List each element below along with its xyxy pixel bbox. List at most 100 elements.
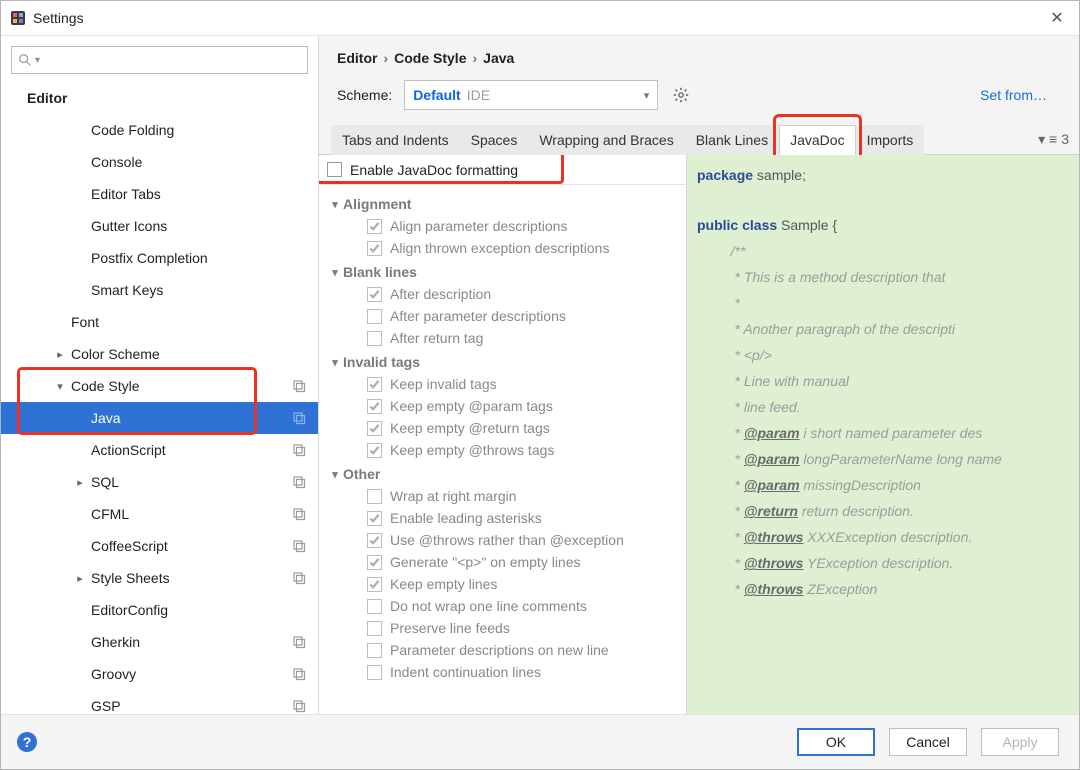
set-from-link[interactable]: Set from…: [980, 87, 1061, 103]
checkbox[interactable]: [367, 643, 382, 658]
option-generate-p-on-empty-lines[interactable]: Generate "<p>" on empty lines: [325, 551, 682, 573]
window-title: Settings: [33, 10, 84, 26]
group-blank-lines[interactable]: ▾Blank lines: [325, 261, 682, 283]
checkbox[interactable]: [367, 377, 382, 392]
sidebar-item-editor-tabs[interactable]: Editor Tabs: [1, 178, 318, 210]
apply-button[interactable]: Apply: [981, 728, 1059, 756]
group-alignment[interactable]: ▾Alignment: [325, 193, 682, 215]
scheme-label: Scheme:: [337, 87, 392, 103]
sidebar-item-gherkin[interactable]: Gherkin: [1, 626, 318, 658]
option-after-description[interactable]: After description: [325, 283, 682, 305]
sidebar-item-actionscript[interactable]: ActionScript: [1, 434, 318, 466]
scheme-name: Default: [413, 87, 460, 103]
option-keep-empty-lines[interactable]: Keep empty lines: [325, 573, 682, 595]
option-parameter-descriptions-on-new-line[interactable]: Parameter descriptions on new line: [325, 639, 682, 661]
tab-overflow[interactable]: ▾ ≡3: [1028, 124, 1079, 154]
settings-tree[interactable]: EditorCode FoldingConsoleEditor TabsGutt…: [1, 82, 318, 714]
ok-button[interactable]: OK: [797, 728, 875, 756]
option-preserve-line-feeds[interactable]: Preserve line feeds: [325, 617, 682, 639]
code-preview: package sample; public class Sample { /*…: [687, 155, 1079, 714]
checkbox[interactable]: [367, 443, 382, 458]
option-keep-empty-throws-tags[interactable]: Keep empty @throws tags: [325, 439, 682, 461]
chevron-down-icon: ▾: [53, 380, 67, 393]
checkbox[interactable]: [367, 287, 382, 302]
tab-javadoc[interactable]: JavaDoc: [779, 125, 855, 155]
group-invalid-tags[interactable]: ▾Invalid tags: [325, 351, 682, 373]
chevron-down-icon: ▾: [327, 266, 343, 279]
sidebar-heading-editor[interactable]: Editor: [1, 82, 318, 114]
sidebar-item-coffeescript[interactable]: CoffeeScript: [1, 530, 318, 562]
chevron-down-icon: ▾: [327, 198, 343, 211]
checkbox[interactable]: [367, 241, 382, 256]
sidebar-item-smart-keys[interactable]: Smart Keys: [1, 274, 318, 306]
checkbox[interactable]: [367, 555, 382, 570]
help-icon[interactable]: ?: [17, 732, 37, 752]
checkbox[interactable]: [367, 577, 382, 592]
option-enable-leading-asterisks[interactable]: Enable leading asterisks: [325, 507, 682, 529]
sidebar-item-style-sheets[interactable]: ▸Style Sheets: [1, 562, 318, 594]
copy-icon: [292, 379, 306, 393]
sidebar-item-sql[interactable]: ▸SQL: [1, 466, 318, 498]
option-after-parameter-descriptions[interactable]: After parameter descriptions: [325, 305, 682, 327]
tab-wrapping-and-braces[interactable]: Wrapping and Braces: [528, 125, 684, 155]
sidebar-item-code-style[interactable]: ▾Code Style: [1, 370, 318, 402]
copy-icon: [292, 699, 306, 713]
tab-tabs-and-indents[interactable]: Tabs and Indents: [331, 125, 460, 155]
chevron-right-icon: ▸: [73, 572, 87, 585]
option-align-thrown-exception-descriptions[interactable]: Align thrown exception descriptions: [325, 237, 682, 259]
checkbox[interactable]: [367, 489, 382, 504]
copy-icon: [292, 475, 306, 489]
chevron-right-icon: ▸: [73, 476, 87, 489]
tab-blank-lines[interactable]: Blank Lines: [685, 125, 779, 155]
sidebar-item-postfix-completion[interactable]: Postfix Completion: [1, 242, 318, 274]
options-list[interactable]: ▾AlignmentAlign parameter descriptionsAl…: [319, 185, 686, 714]
option-keep-empty-return-tags[interactable]: Keep empty @return tags: [325, 417, 682, 439]
tab-bar: Tabs and IndentsSpacesWrapping and Brace…: [319, 124, 1079, 155]
sidebar-item-editorconfig[interactable]: EditorConfig: [1, 594, 318, 626]
sidebar-item-code-folding[interactable]: Code Folding: [1, 114, 318, 146]
sidebar-item-color-scheme[interactable]: ▸Color Scheme: [1, 338, 318, 370]
breadcrumb: Editor› Code Style› Java: [319, 36, 1079, 68]
gear-icon[interactable]: [670, 84, 692, 106]
sidebar-item-cfml[interactable]: CFML: [1, 498, 318, 530]
option-indent-continuation-lines[interactable]: Indent continuation lines: [325, 661, 682, 683]
copy-icon: [292, 667, 306, 681]
tab-imports[interactable]: Imports: [856, 125, 925, 155]
close-icon[interactable]: ✕: [1043, 4, 1071, 32]
checkbox[interactable]: [367, 331, 382, 346]
checkbox[interactable]: [367, 665, 382, 680]
chevron-right-icon: ▸: [53, 348, 67, 361]
checkbox[interactable]: [367, 421, 382, 436]
option-do-not-wrap-one-line-comments[interactable]: Do not wrap one line comments: [325, 595, 682, 617]
sidebar-item-font[interactable]: Font: [1, 306, 318, 338]
search-icon: [18, 53, 32, 67]
sidebar-item-java[interactable]: Java: [1, 402, 318, 434]
enable-javadoc-checkbox[interactable]: [327, 162, 342, 177]
checkbox[interactable]: [367, 621, 382, 636]
checkbox[interactable]: [367, 399, 382, 414]
search-input[interactable]: ▾: [11, 46, 308, 74]
checkbox[interactable]: [367, 309, 382, 324]
group-other[interactable]: ▾Other: [325, 463, 682, 485]
option-after-return-tag[interactable]: After return tag: [325, 327, 682, 349]
option-keep-invalid-tags[interactable]: Keep invalid tags: [325, 373, 682, 395]
enable-javadoc-label: Enable JavaDoc formatting: [350, 162, 518, 178]
scheme-select[interactable]: Default IDE ▾: [404, 80, 658, 110]
checkbox[interactable]: [367, 219, 382, 234]
cancel-button[interactable]: Cancel: [889, 728, 967, 756]
option-keep-empty-param-tags[interactable]: Keep empty @param tags: [325, 395, 682, 417]
sidebar-item-console[interactable]: Console: [1, 146, 318, 178]
option-align-parameter-descriptions[interactable]: Align parameter descriptions: [325, 215, 682, 237]
sidebar-item-groovy[interactable]: Groovy: [1, 658, 318, 690]
sidebar-item-gsp[interactable]: GSP: [1, 690, 318, 714]
checkbox[interactable]: [367, 599, 382, 614]
checkbox[interactable]: [367, 511, 382, 526]
checkbox[interactable]: [367, 533, 382, 548]
tab-spaces[interactable]: Spaces: [460, 125, 529, 155]
option-use-throws-rather-than-exception[interactable]: Use @throws rather than @exception: [325, 529, 682, 551]
copy-icon: [292, 507, 306, 521]
sidebar-item-gutter-icons[interactable]: Gutter Icons: [1, 210, 318, 242]
copy-icon: [292, 539, 306, 553]
chevron-down-icon: ▾: [327, 356, 343, 369]
option-wrap-at-right-margin[interactable]: Wrap at right margin: [325, 485, 682, 507]
